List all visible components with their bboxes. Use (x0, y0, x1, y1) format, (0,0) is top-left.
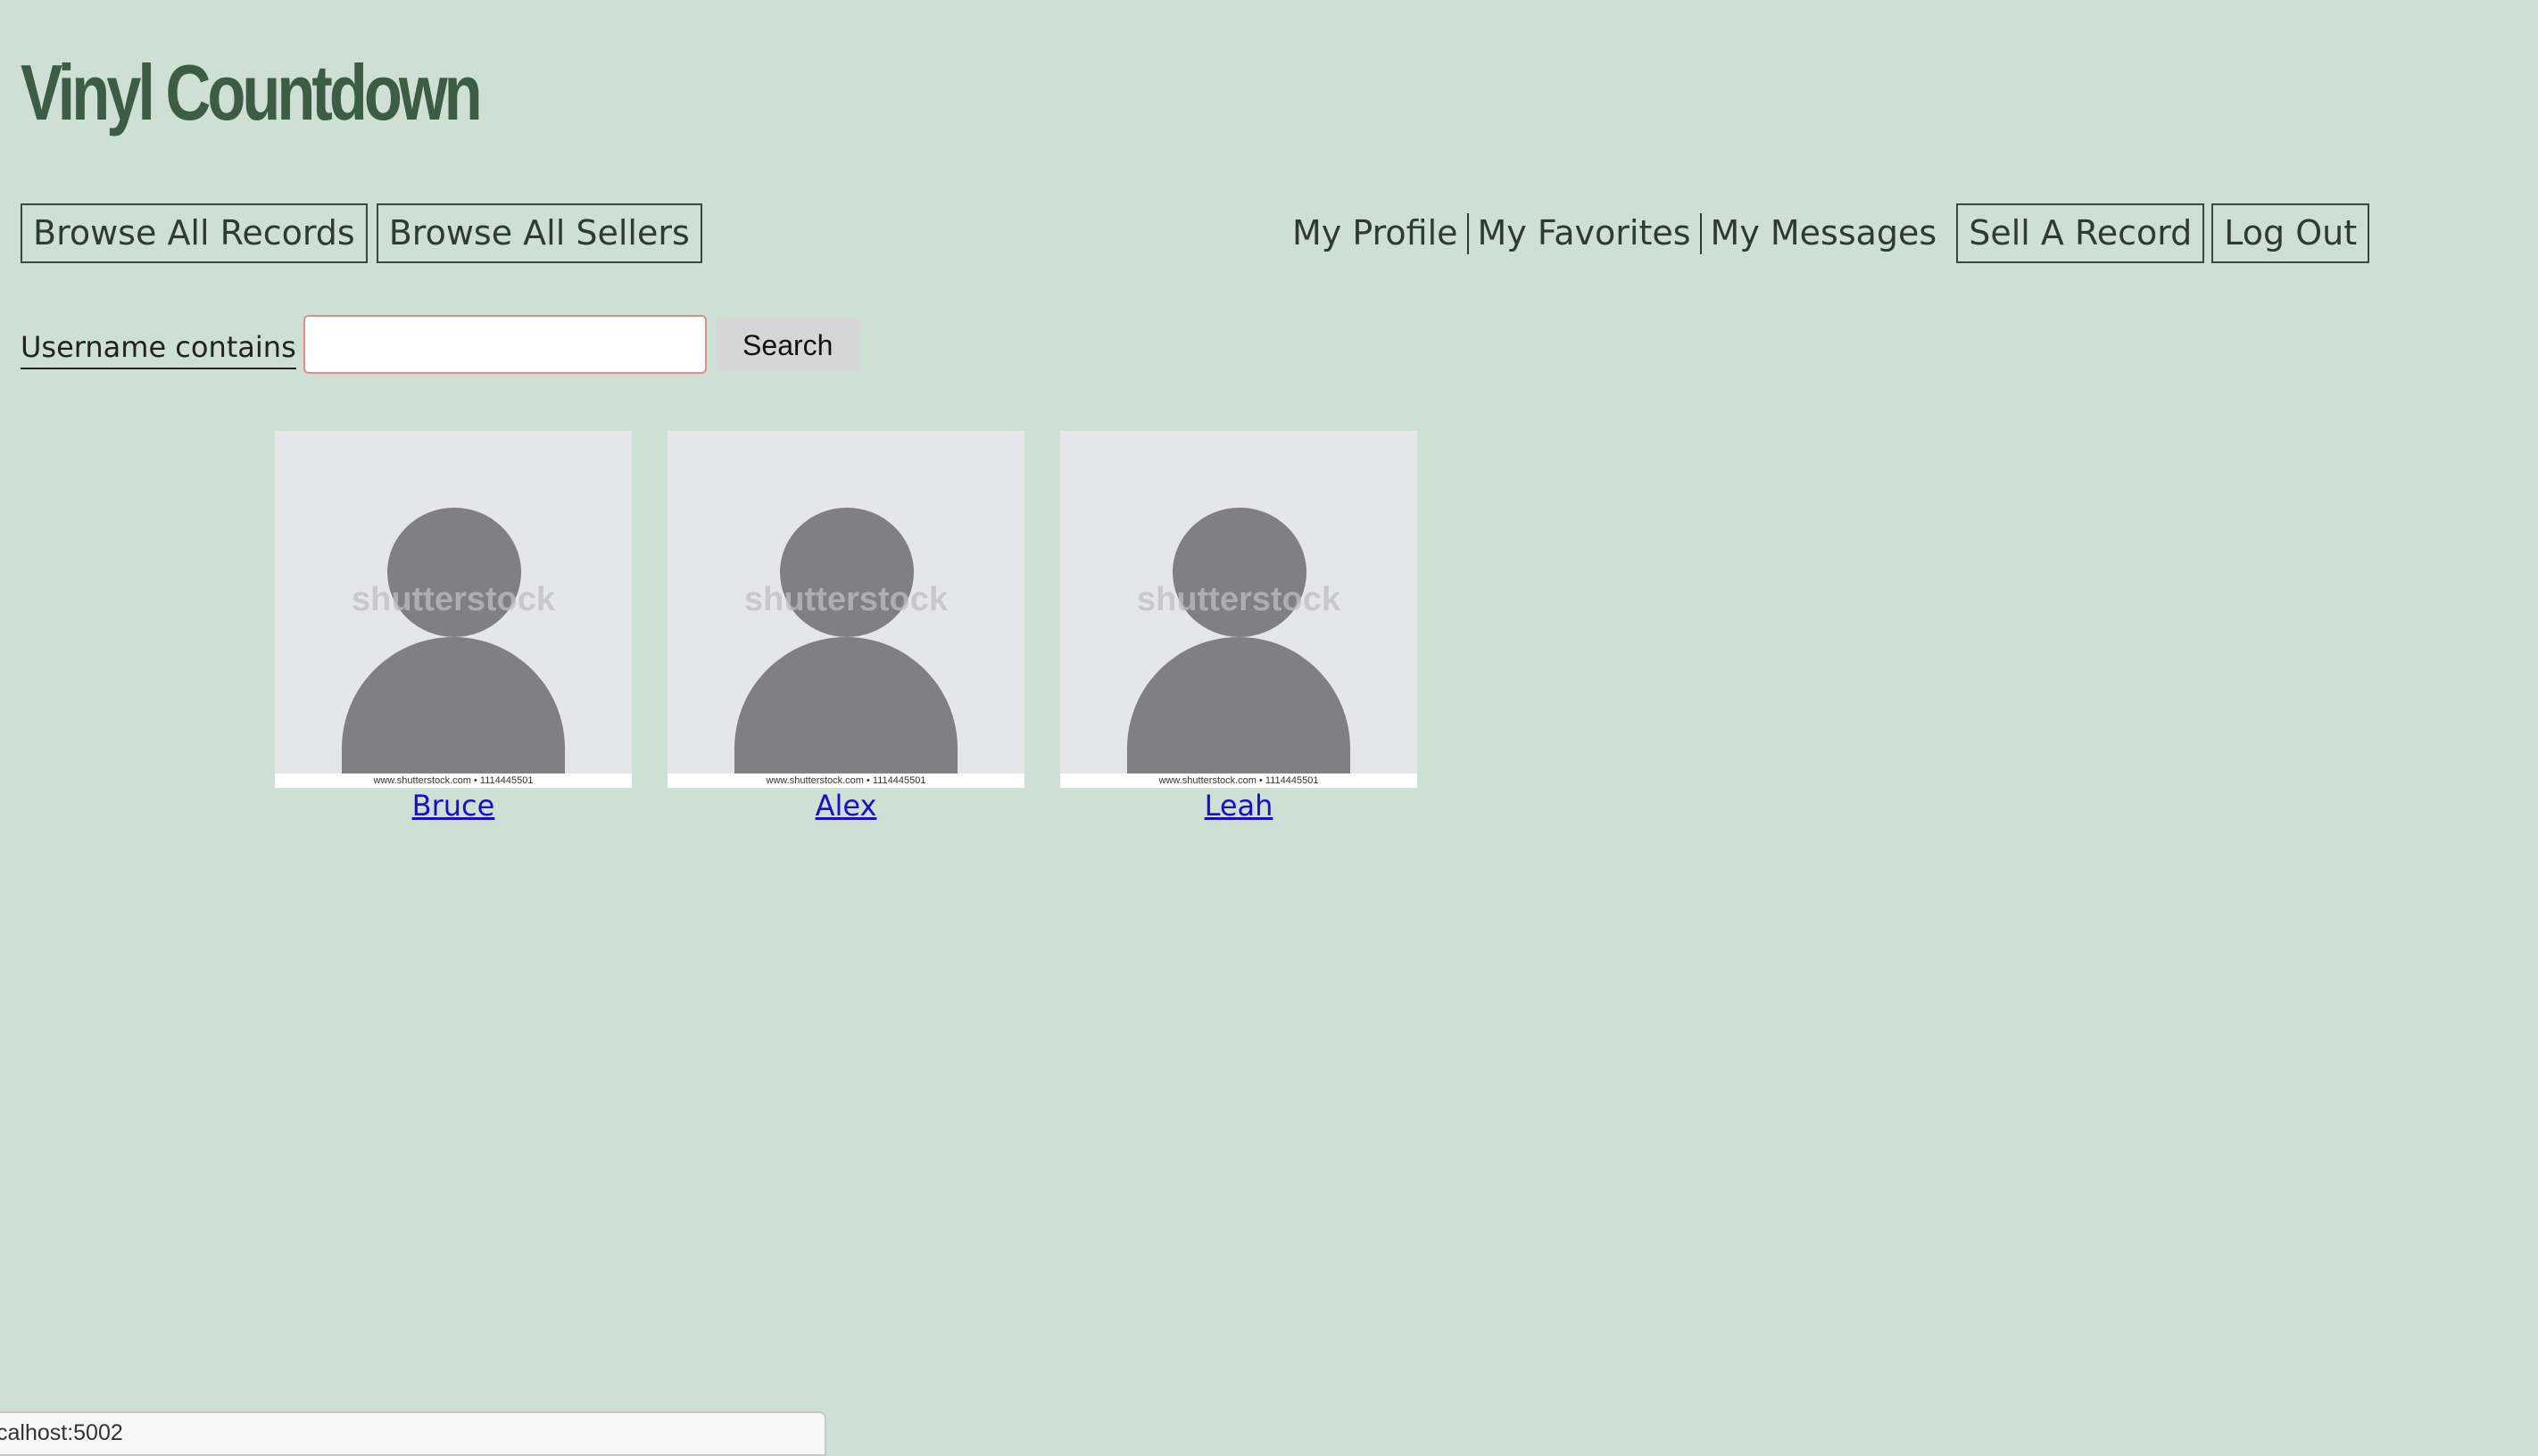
browse-records-link[interactable]: Browse All Records (21, 203, 368, 263)
my-favorites-link[interactable]: My Favorites (1469, 203, 1700, 263)
username-search-input[interactable] (303, 315, 707, 374)
site-title: Vinyl Countdown (21, 48, 483, 136)
seller-name-link[interactable]: Alex (816, 788, 877, 823)
seller-avatar[interactable]: shutterstock www.shutterstock.com • 1114… (668, 431, 1024, 788)
search-button[interactable]: Search (715, 318, 860, 371)
user-placeholder-body (1127, 637, 1350, 788)
stock-caption: www.shutterstock.com • 1114445501 (668, 774, 1024, 788)
browser-status-bar: calhost:5002 (0, 1411, 826, 1456)
user-nav: My Profile My Favorites My Messages Sell… (1287, 203, 2370, 263)
log-out-button[interactable]: Log Out (2211, 203, 2370, 263)
watermark: shutterstock (1136, 581, 1341, 618)
search-label: Username contains (21, 327, 296, 369)
seller-card: shutterstock www.shutterstock.com • 1114… (1060, 431, 1417, 823)
seller-search-form: Username contains Search (21, 314, 860, 375)
seller-name-link[interactable]: Bruce (412, 788, 495, 823)
user-placeholder-body (734, 637, 958, 788)
browse-sellers-link[interactable]: Browse All Sellers (376, 203, 702, 263)
stock-caption: www.shutterstock.com • 1114445501 (275, 774, 632, 788)
seller-name-link[interactable]: Leah (1205, 788, 1273, 823)
seller-avatar[interactable]: shutterstock www.shutterstock.com • 1114… (275, 431, 632, 788)
sell-record-button[interactable]: Sell A Record (1956, 203, 2205, 263)
seller-card: shutterstock www.shutterstock.com • 1114… (668, 431, 1024, 823)
user-placeholder-body (342, 637, 565, 788)
my-messages-link[interactable]: My Messages (1702, 203, 1946, 263)
seller-avatar[interactable]: shutterstock www.shutterstock.com • 1114… (1060, 431, 1417, 788)
stock-caption: www.shutterstock.com • 1114445501 (1060, 774, 1417, 788)
watermark: shutterstock (351, 581, 556, 618)
seller-card: shutterstock www.shutterstock.com • 1114… (275, 431, 632, 823)
main-nav-left: Browse All Records Browse All Sellers (21, 203, 702, 263)
watermark: shutterstock (743, 581, 949, 618)
my-profile-link[interactable]: My Profile (1287, 203, 1467, 263)
